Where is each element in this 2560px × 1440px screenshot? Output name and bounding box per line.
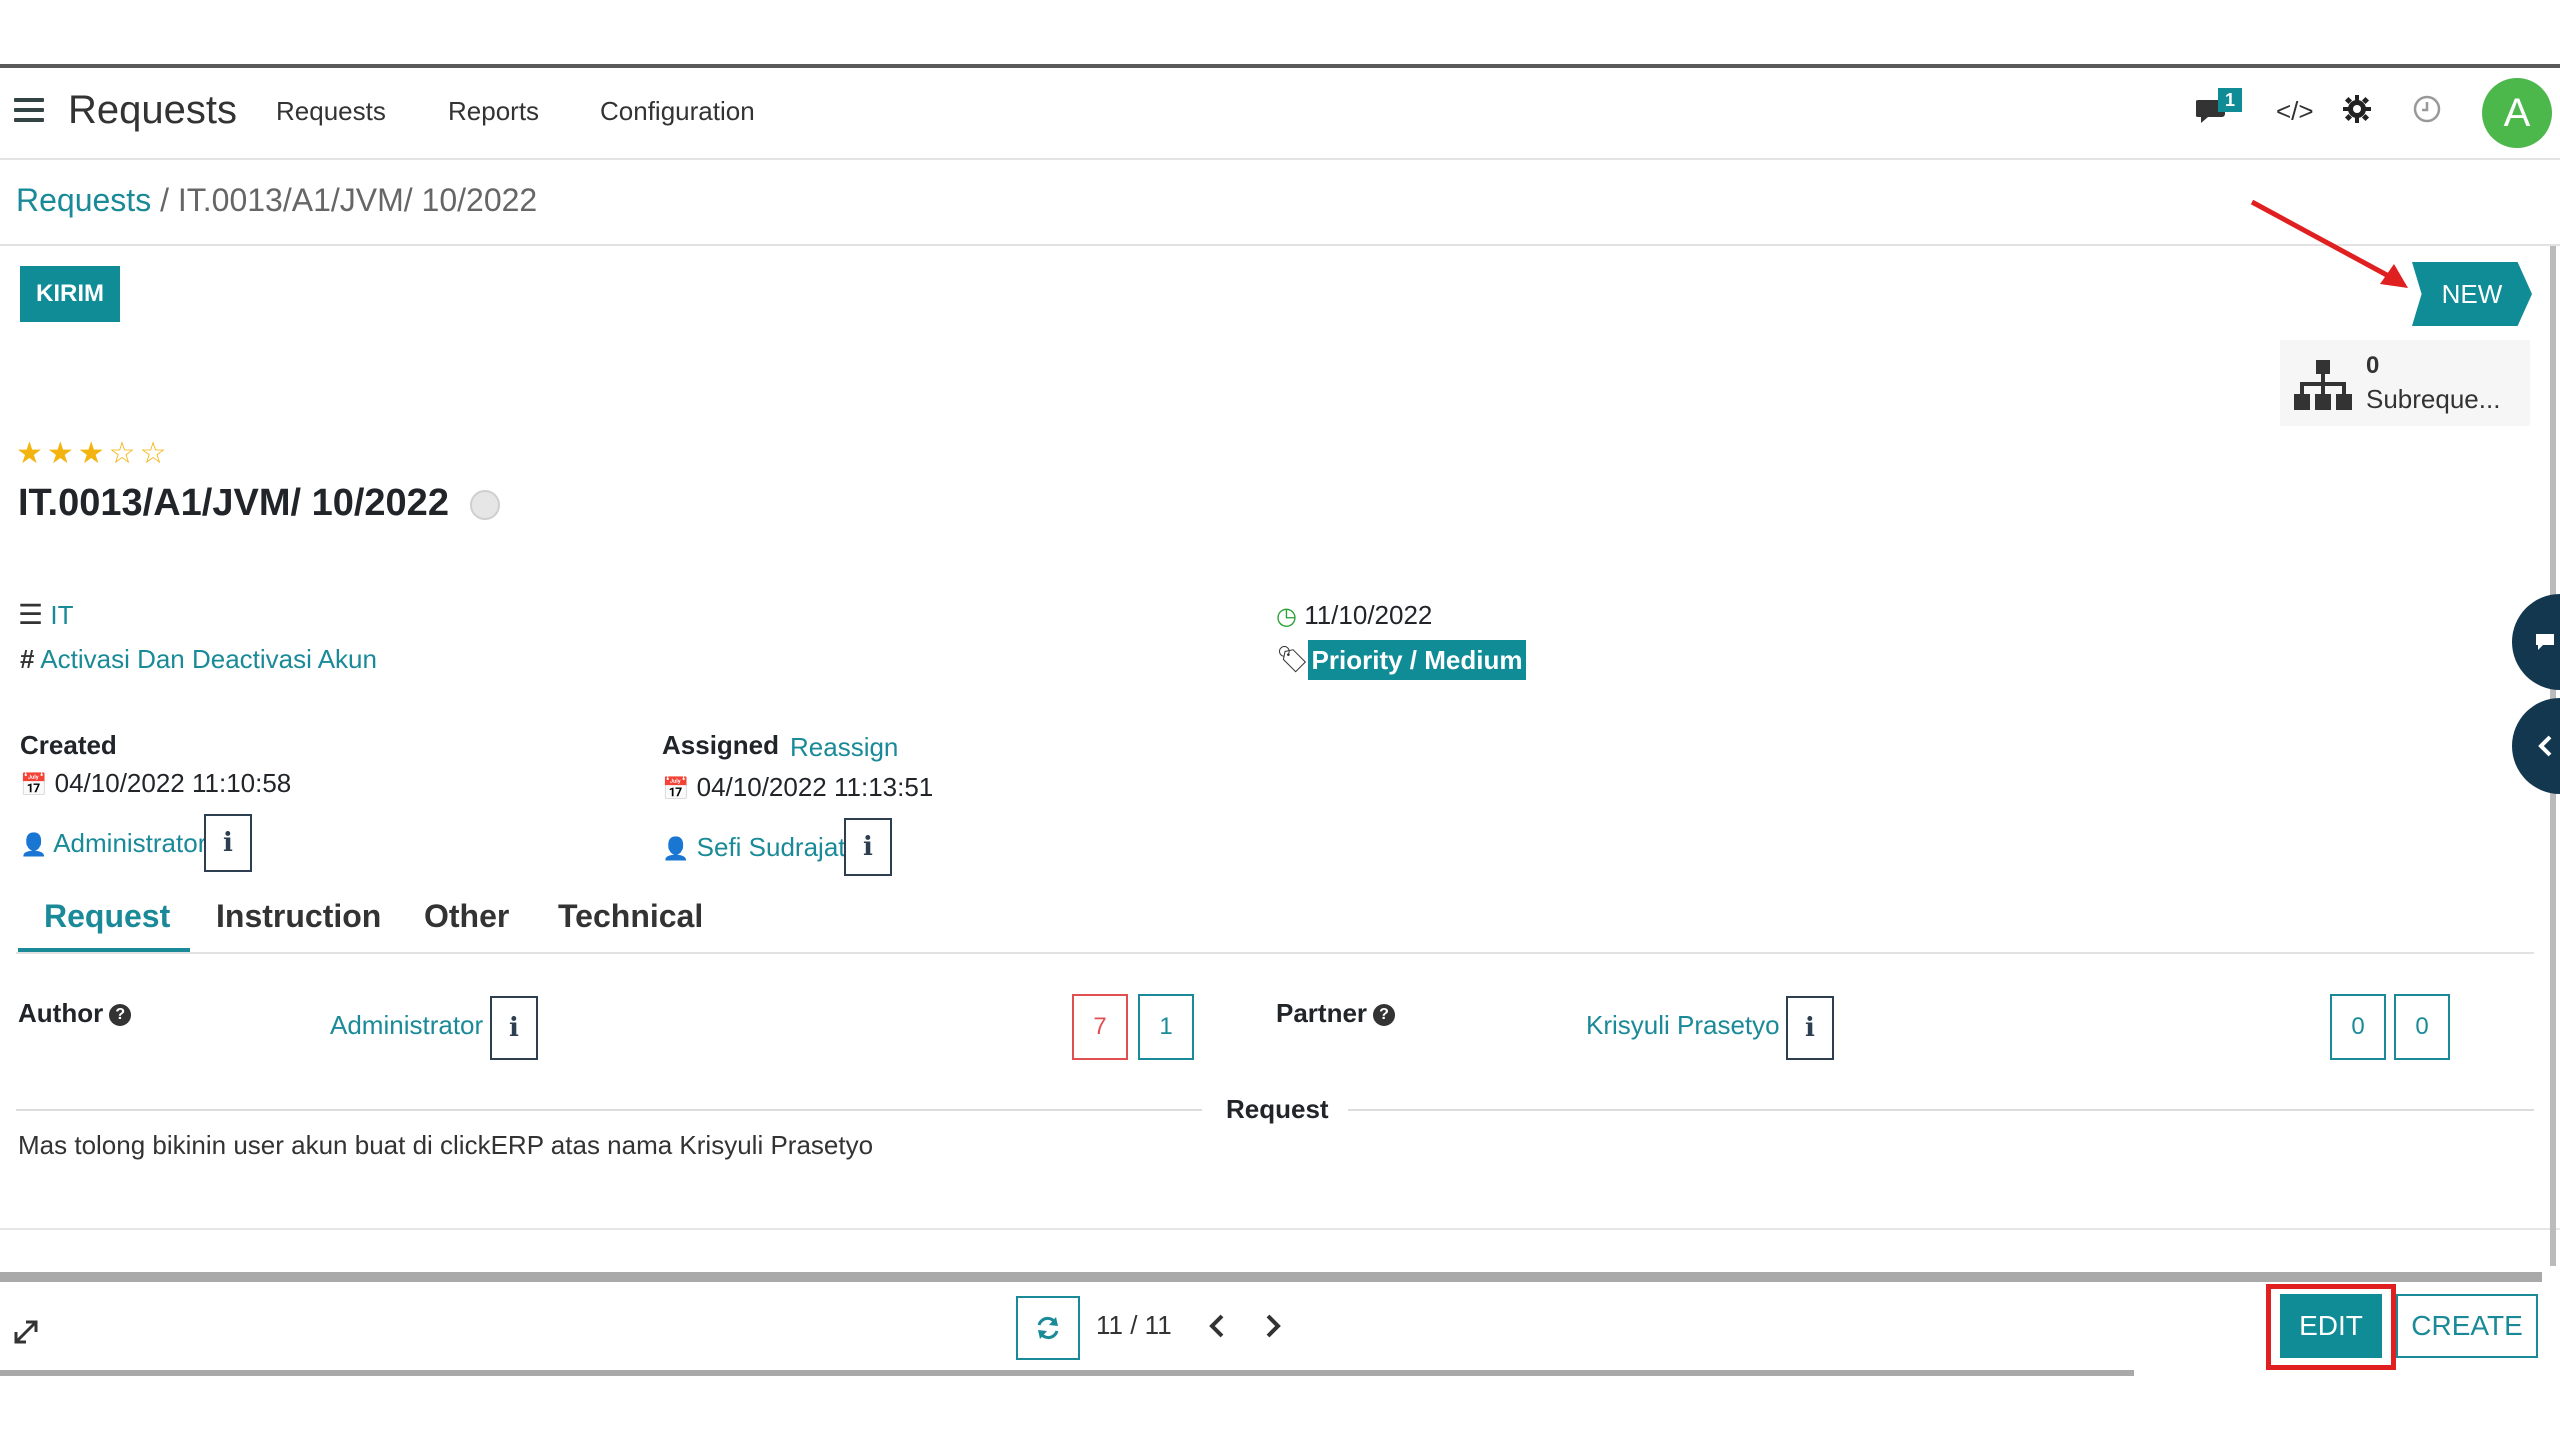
priority-stars[interactable]: ★★★☆☆ <box>16 436 170 471</box>
pager-value[interactable]: 11 / 11 <box>1096 1310 1172 1341</box>
tabs-border <box>16 952 2534 954</box>
app-title[interactable]: Requests <box>68 88 237 133</box>
created-label: Created <box>20 730 117 760</box>
record-title: IT.0013/A1/JVM/ 10/2022 <box>18 482 449 524</box>
control-panel-border <box>0 244 2560 246</box>
help-icon[interactable]: ? <box>109 1004 132 1027</box>
subrequests-smart-button[interactable]: 0 Subreque... <box>2280 340 2530 426</box>
deadline-value: 11/10/2022 <box>1304 600 1433 630</box>
edit-highlight-box <box>2266 1284 2396 1370</box>
author-label-text: Author <box>18 998 104 1028</box>
hamburger-menu-icon[interactable] <box>14 98 44 122</box>
menu-configuration[interactable]: Configuration <box>600 96 755 127</box>
sheet-bottom-border <box>0 1228 2560 1230</box>
reassign-link[interactable]: Reassign <box>790 732 898 763</box>
menu-reports[interactable]: Reports <box>448 96 539 127</box>
tab-other[interactable]: Other <box>424 898 509 935</box>
deadline-field: ◷ 11/10/2022 <box>1276 600 1432 631</box>
breadcrumb-separator: / <box>160 182 169 218</box>
assigned-label: Assigned <box>662 730 780 760</box>
created-user-info-button[interactable]: i <box>204 814 252 872</box>
stage-new[interactable]: NEW <box>2412 262 2532 326</box>
request-type-link[interactable]: Activasi Dan Deactivasi Akun <box>40 644 377 674</box>
refresh-button[interactable] <box>1016 1296 1080 1360</box>
chat-side-button[interactable] <box>2512 594 2560 690</box>
clock-icon[interactable] <box>2412 94 2442 129</box>
author-label: Author? <box>18 998 132 1029</box>
assigned-datetime-value: 04/10/2022 11:13:51 <box>696 772 934 802</box>
breadcrumb: Requests / IT.0013/A1/JVM/ 10/2022 <box>16 182 537 219</box>
user-icon: 👤 <box>20 832 48 857</box>
subrequest-count: 0 <box>2366 352 2380 379</box>
clock-green-icon: ◷ <box>1276 603 1297 630</box>
gear-icon[interactable] <box>2342 94 2372 129</box>
assigned-user-info-button[interactable]: i <box>844 818 892 876</box>
author-info-button[interactable]: i <box>490 996 538 1060</box>
sitemap-icon <box>2294 360 2352 410</box>
user-icon: 👤 <box>662 836 690 861</box>
author-count-blue[interactable]: 1 <box>1138 994 1194 1060</box>
active-tab-indicator <box>18 948 190 952</box>
create-button[interactable]: CREATE <box>2396 1294 2538 1358</box>
partner-info-button[interactable]: i <box>1786 996 1834 1060</box>
partner-link[interactable]: Krisyuli Prasetyo <box>1586 1010 1780 1041</box>
assigned-datetime: 📅 04/10/2022 11:13:51 <box>662 772 933 803</box>
author-count-red[interactable]: 7 <box>1072 994 1128 1060</box>
created-datetime-value: 04/10/2022 11:10:58 <box>54 768 292 798</box>
annotation-arrow <box>2250 199 2408 288</box>
category-field: ☰ IT <box>18 598 73 631</box>
created-datetime: 📅 04/10/2022 11:10:58 <box>20 768 291 799</box>
list-icon: ☰ <box>18 599 44 630</box>
separator-right <box>1348 1109 2534 1111</box>
code-icon[interactable]: </> <box>2276 96 2314 127</box>
assigned-user-field: 👤 Sefi Sudrajat <box>662 832 846 863</box>
comment-icon <box>2536 634 2554 650</box>
calendar-icon: 📅 <box>662 776 690 801</box>
separator-left <box>16 1109 1202 1111</box>
tab-request[interactable]: Request <box>44 898 170 935</box>
kanban-state-indicator[interactable] <box>470 490 500 520</box>
request-type-field: # Activasi Dan Deactivasi Akun <box>20 644 377 675</box>
created-user-field: 👤 Administrator <box>20 828 206 859</box>
request-section-title: Request <box>1226 1094 1329 1124</box>
partner-count-1[interactable]: 0 <box>2330 994 2386 1060</box>
priority-tag[interactable]: Priority / Medium <box>1308 640 1526 680</box>
calendar-icon: 📅 <box>20 772 48 797</box>
kirim-button[interactable]: KIRIM <box>20 266 120 322</box>
expand-icon[interactable] <box>12 1318 40 1351</box>
hash-icon: # <box>20 644 35 674</box>
author-link[interactable]: Administrator <box>330 1010 483 1041</box>
horizontal-scrollbar[interactable] <box>0 1370 2134 1376</box>
chat-badge: 1 <box>2218 88 2242 112</box>
breadcrumb-current: IT.0013/A1/JVM/ 10/2022 <box>177 182 538 218</box>
tab-technical[interactable]: Technical <box>558 898 703 935</box>
subrequest-label: Subreque... <box>2366 384 2501 414</box>
tags-icon: 🏷 <box>1276 644 1310 674</box>
help-icon[interactable]: ? <box>1373 1004 1396 1027</box>
refresh-icon <box>1037 1316 1059 1340</box>
chat-icon[interactable]: 1 <box>2196 88 2242 128</box>
assigned-user-link[interactable]: Sefi Sudrajat <box>697 832 846 862</box>
user-avatar[interactable]: A <box>2482 78 2552 148</box>
bottom-bar-border <box>0 1272 2542 1282</box>
collapse-side-button[interactable] <box>2512 698 2560 794</box>
partner-label: Partner? <box>1276 998 1396 1029</box>
partner-label-text: Partner <box>1276 998 1368 1028</box>
category-link[interactable]: IT <box>50 600 73 630</box>
pager-next-icon[interactable] <box>1260 1312 1284 1345</box>
breadcrumb-requests-link[interactable]: Requests <box>16 182 151 218</box>
chevron-left-icon <box>2538 735 2552 757</box>
partner-count-2[interactable]: 0 <box>2394 994 2450 1060</box>
request-description[interactable]: Mas tolong bikinin user akun buat di cli… <box>18 1130 873 1161</box>
menu-requests[interactable]: Requests <box>276 96 386 127</box>
created-user-link[interactable]: Administrator <box>53 828 206 858</box>
tab-instruction[interactable]: Instruction <box>216 898 381 935</box>
pager-previous-icon[interactable] <box>1206 1312 1230 1345</box>
